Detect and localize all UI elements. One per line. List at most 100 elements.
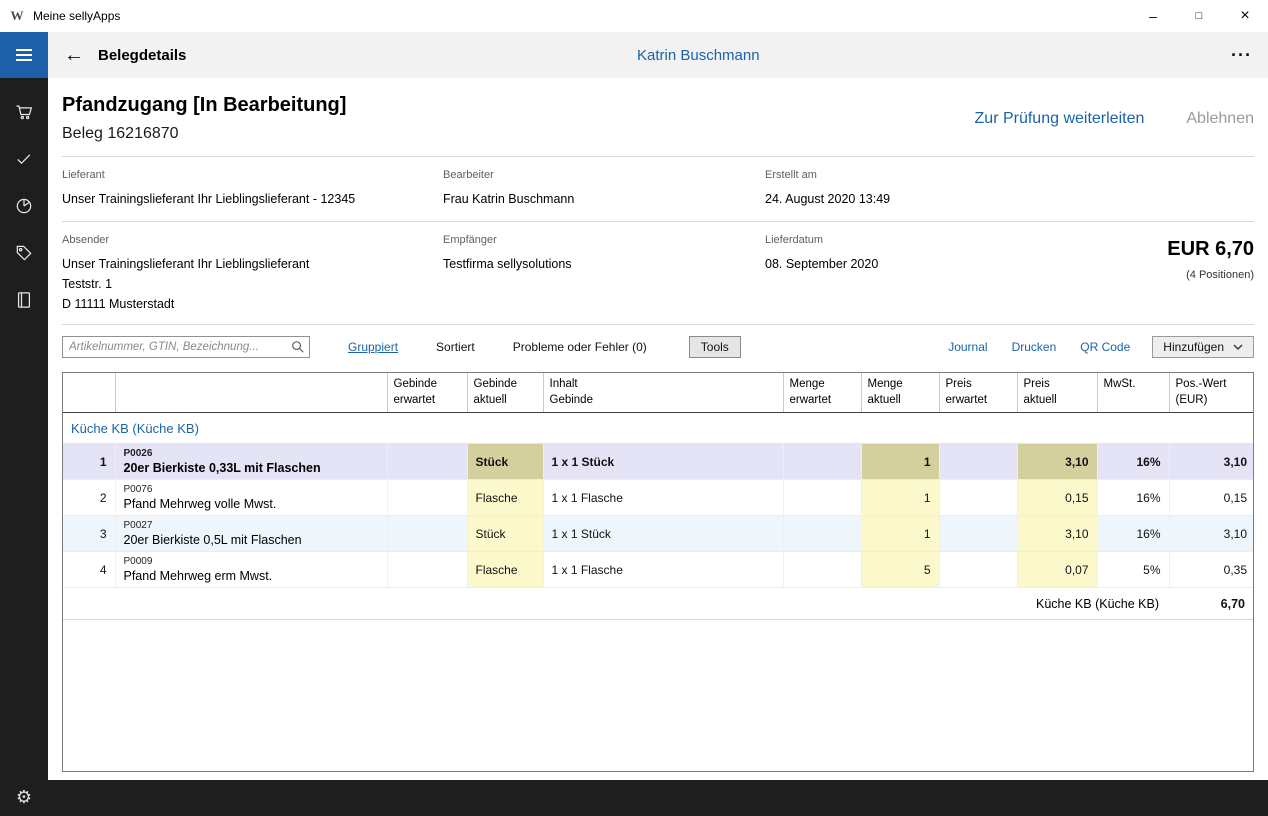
sidebar-item-cart[interactable] [0,88,48,135]
reject-button[interactable]: Ablehnen [1186,110,1254,128]
cell-mwst: 5% [1097,552,1169,588]
sorted-toggle[interactable]: Sortiert [436,340,475,354]
created-value: 24. August 2020 13:49 [765,189,1254,209]
cell-gebinde-erwartet [387,444,467,480]
cell-preis-aktuell[interactable]: 0,15 [1017,480,1097,516]
col-header-menge-erwartet: Menge erwartet [783,373,861,413]
delivery-date-value: 08. September 2020 [765,254,1024,274]
delivery-date-label: Lieferdatum [765,234,1024,246]
sidebar-item-journal[interactable] [0,276,48,323]
cell-pos-wert: 3,10 [1169,444,1254,480]
qr-code-link[interactable]: QR Code [1080,340,1130,354]
sidebar-item-prices[interactable] [0,229,48,276]
supplier-label: Lieferant [62,169,443,181]
cell-preis-aktuell[interactable]: 3,10 [1017,444,1097,480]
cell-gebinde-aktuell[interactable]: Stück [467,516,543,552]
cell-menge-aktuell[interactable]: 5 [861,552,939,588]
cell-gebinde-erwartet [387,552,467,588]
sidebar-item-tasks[interactable] [0,135,48,182]
cell-menge-aktuell[interactable]: 1 [861,444,939,480]
cell-article: P0009 Pfand Mehrweg erm Mwst. [115,552,387,588]
sidebar-item-reports[interactable] [0,182,48,229]
journal-link[interactable]: Journal [948,340,987,354]
supplier-value: Unser Trainingslieferant Ihr Lieblingsli… [62,189,443,209]
cell-preis-aktuell[interactable]: 3,10 [1017,516,1097,552]
tag-icon [14,243,34,263]
col-header-gebinde-erwartet: Gebinde erwartet [387,373,467,413]
cell-pos-wert: 0,15 [1169,480,1254,516]
page-title: Belegdetails [98,47,186,64]
cell-inhalt-gebinde: 1 x 1 Stück [543,516,783,552]
app-logo-icon: W [9,8,25,24]
cell-preis-erwartet [939,552,1017,588]
positions-footer-row: Küche KB (Küche KB) 6,70 [63,588,1254,620]
check-icon [14,149,34,169]
hamburger-menu-button[interactable] [0,32,48,78]
position-count: (4 Positionen) [1024,269,1254,281]
cell-inhalt-gebinde: 1 x 1 Flasche [543,480,783,516]
cell-menge-aktuell[interactable]: 1 [861,480,939,516]
cell-pos-wert: 0,35 [1169,552,1254,588]
position-row[interactable]: 4 P0009 Pfand Mehrweg erm Mwst. Flasche … [63,552,1254,588]
col-header-mwst: MwSt. [1097,373,1169,413]
cell-article: P0027 20er Bierkiste 0,5L mit Flaschen [115,516,387,552]
recipient-value: Testfirma sellysolutions [443,254,765,274]
cell-mwst: 16% [1097,444,1169,480]
cell-gebinde-aktuell[interactable]: Flasche [467,480,543,516]
problems-filter[interactable]: Probleme oder Fehler (0) [513,340,647,354]
minimize-button[interactable]: – [1130,0,1176,32]
created-label: Erstellt am [765,169,1254,181]
document-number: Beleg 16216870 [62,125,346,143]
settings-gear-icon[interactable]: ⚙ [0,787,48,808]
article-search-input[interactable] [62,336,310,358]
tools-button[interactable]: Tools [689,336,741,358]
close-button[interactable]: × [1222,0,1268,32]
cell-inhalt-gebinde: 1 x 1 Flasche [543,552,783,588]
group-subtotal-label: Küche KB (Küche KB) [63,588,1169,620]
position-row[interactable]: 3 P0027 20er Bierkiste 0,5L mit Flaschen… [63,516,1254,552]
current-user[interactable]: Katrin Buschmann [637,47,760,64]
more-options-button[interactable]: ··· [1231,45,1252,66]
main-content: Pfandzugang [In Bearbeitung] Beleg 16216… [48,78,1268,780]
cell-gebinde-aktuell[interactable]: Flasche [467,552,543,588]
col-header-menge-aktuell: Menge aktuell [861,373,939,413]
cell-menge-erwartet [783,444,861,480]
cell-num: 3 [63,516,115,552]
position-row[interactable]: 1 P0026 20er Bierkiste 0,33L mit Flasche… [63,444,1254,480]
chevron-down-icon [1233,344,1243,350]
cell-mwst: 16% [1097,516,1169,552]
forward-for-review-button[interactable]: Zur Prüfung weiterleiten [975,110,1145,128]
recipient-label: Empfänger [443,234,765,246]
divider [62,324,1254,325]
sender-value: Unser Trainingslieferant Ihr Lieblingsli… [62,254,443,314]
cell-menge-aktuell[interactable]: 1 [861,516,939,552]
cell-num: 2 [63,480,115,516]
table-header-row: Gebinde erwartet Gebinde aktuell Inhalt … [63,373,1254,413]
position-row[interactable]: 2 P0076 Pfand Mehrweg volle Mwst. Flasch… [63,480,1254,516]
col-header-num [63,373,115,413]
cell-menge-erwartet [783,516,861,552]
print-link[interactable]: Drucken [1012,340,1057,354]
editor-value: Frau Katrin Buschmann [443,189,765,209]
cell-preis-erwartet [939,516,1017,552]
cell-article: P0076 Pfand Mehrweg volle Mwst. [115,480,387,516]
sender-label: Absender [62,234,443,246]
add-button[interactable]: Hinzufügen [1152,336,1254,358]
nav-sidebar: ⚙ [0,78,48,816]
app-header: ← Belegdetails Katrin Buschmann ··· [0,32,1268,78]
back-button[interactable]: ← [59,44,89,67]
col-header-inhalt-gebinde: Inhalt Gebinde [543,373,783,413]
col-header-gebinde-aktuell: Gebinde aktuell [467,373,543,413]
positions-toolbar: Gruppiert Sortiert Probleme oder Fehler … [62,335,1254,359]
cell-preis-erwartet [939,444,1017,480]
cell-num: 4 [63,552,115,588]
cell-preis-aktuell[interactable]: 0,07 [1017,552,1097,588]
cell-gebinde-erwartet [387,516,467,552]
cell-gebinde-aktuell[interactable]: Stück [467,444,543,480]
cell-preis-erwartet [939,480,1017,516]
grouped-toggle[interactable]: Gruppiert [348,340,398,354]
col-header-preis-aktuell: Preis aktuell [1017,373,1097,413]
book-icon [14,290,34,310]
maximize-button[interactable]: □ [1176,0,1222,32]
group-subtotal-value: 6,70 [1169,588,1254,620]
